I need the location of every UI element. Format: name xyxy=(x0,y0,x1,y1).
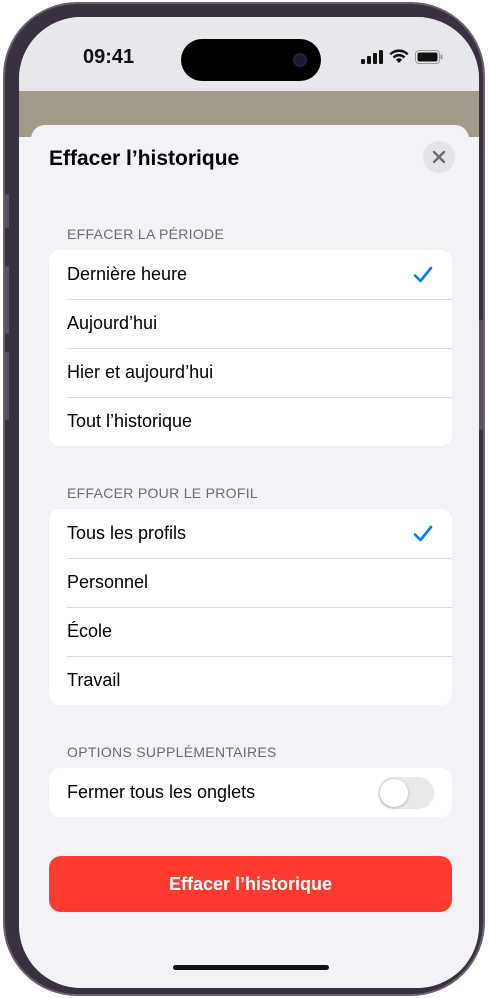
option-label: École xyxy=(67,621,113,641)
option-label: Fermer tous les onglets xyxy=(67,782,256,802)
toggle-knob xyxy=(380,778,408,807)
profile-option-personal[interactable]: Personnel xyxy=(49,558,452,607)
battery-icon xyxy=(415,49,443,64)
profile-option-work[interactable]: Travail xyxy=(49,656,452,705)
checkmark-icon xyxy=(413,525,433,541)
side-button xyxy=(479,320,483,430)
option-label: Tous les profils xyxy=(67,523,187,543)
period-group: Dernière heure Aujourd’hui Hier et aujou… xyxy=(49,250,452,446)
volume-up-button xyxy=(5,266,9,334)
option-label: Tout l’historique xyxy=(67,411,193,431)
clear-history-sheet: Effacer l’historique EFFACER LA PÉRIODE … xyxy=(31,125,469,988)
option-label: Hier et aujourd’hui xyxy=(67,362,214,382)
period-option-today[interactable]: Aujourd’hui xyxy=(49,299,452,348)
section-header-options: OPTIONS SUPPLÉMENTAIRES xyxy=(67,744,277,760)
option-label: Aujourd’hui xyxy=(67,313,158,333)
wifi-icon xyxy=(389,49,409,63)
section-header-period: EFFACER LA PÉRIODE xyxy=(67,226,225,242)
close-all-tabs-row: Fermer tous les onglets xyxy=(49,768,452,817)
action-button xyxy=(5,194,9,228)
period-option-all-history[interactable]: Tout l’historique xyxy=(49,397,452,446)
close-button[interactable] xyxy=(423,141,455,173)
period-option-last-hour[interactable]: Dernière heure xyxy=(49,250,452,299)
profile-group: Tous les profils Personnel École Travail xyxy=(49,509,452,705)
close-all-tabs-toggle[interactable] xyxy=(378,776,434,809)
option-label: Travail xyxy=(67,670,121,690)
sheet-title: Effacer l’historique xyxy=(49,147,240,170)
period-option-yesterday-today[interactable]: Hier et aujourd’hui xyxy=(49,348,452,397)
camera-icon xyxy=(293,53,307,67)
status-time: 09:41 xyxy=(83,46,135,68)
clear-history-button[interactable]: Effacer l’historique xyxy=(49,856,452,912)
option-label: Dernière heure xyxy=(67,264,188,284)
home-indicator[interactable] xyxy=(173,965,329,970)
profile-option-all[interactable]: Tous les profils xyxy=(49,509,452,558)
close-icon xyxy=(432,150,446,164)
phone-frame: 09:41 Effacer l’historique EFFACER LA PÉ… xyxy=(3,2,485,996)
status-icons xyxy=(361,49,443,64)
section-header-profile: EFFACER POUR LE PROFIL xyxy=(67,485,258,501)
options-group: Fermer tous les onglets xyxy=(49,768,452,817)
screen: 09:41 Effacer l’historique EFFACER LA PÉ… xyxy=(19,17,479,988)
dynamic-island xyxy=(181,39,321,81)
option-label: Personnel xyxy=(67,572,149,592)
profile-option-school[interactable]: École xyxy=(49,607,452,656)
cellular-signal-icon xyxy=(361,49,383,64)
volume-down-button xyxy=(5,352,9,420)
checkmark-icon xyxy=(413,266,433,282)
